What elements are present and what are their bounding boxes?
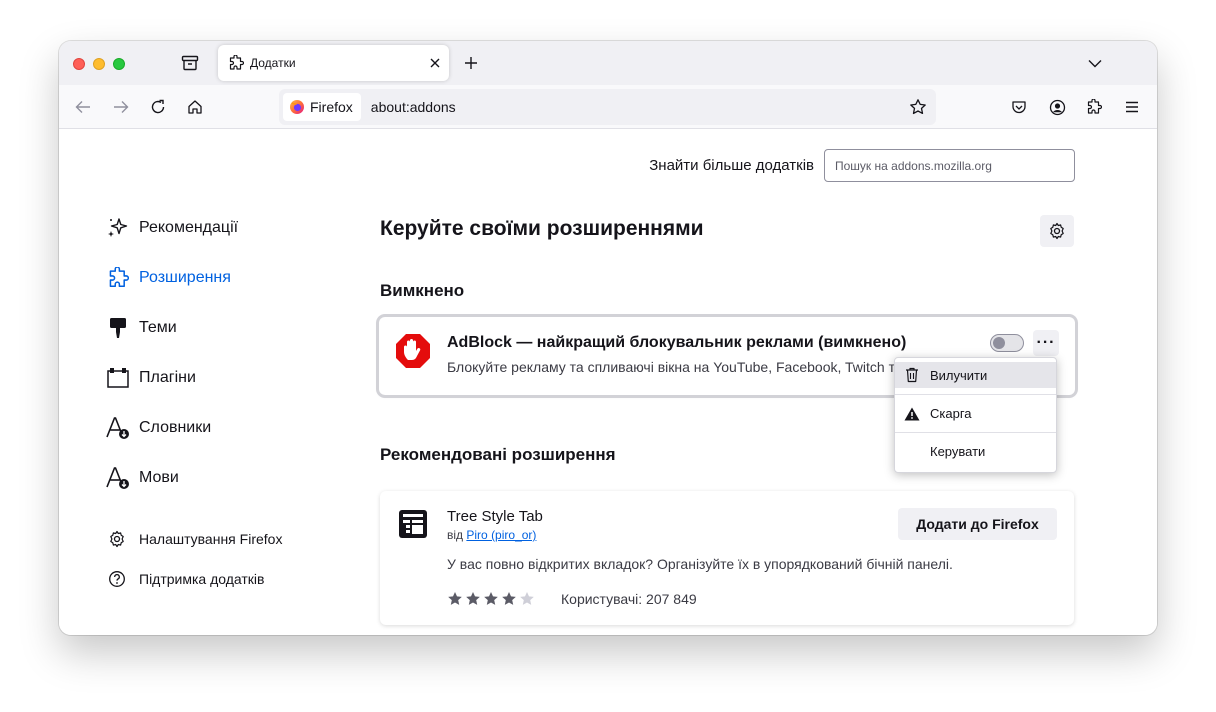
page-title: Керуйте своїми розширеннями	[380, 217, 704, 240]
puzzle-icon	[1087, 99, 1102, 114]
minimize-window-button[interactable]	[93, 58, 105, 70]
sidebar-item-label: Мови	[139, 469, 179, 486]
gear-icon	[1050, 222, 1064, 240]
bookmark-star-button[interactable]	[904, 93, 932, 121]
menu-item-report[interactable]: Скарга	[895, 394, 1056, 432]
pocket-button[interactable]	[1005, 93, 1033, 121]
sparkle-icon	[105, 215, 131, 241]
find-more-addons: Знайти більше додатків	[649, 149, 1075, 182]
menu-item-label: Керувати	[930, 444, 986, 459]
rating-stars	[447, 591, 535, 607]
recommended-addon-description: У вас повно відкритих вкладок? Організуй…	[447, 556, 953, 572]
list-all-tabs-button[interactable]	[1082, 50, 1108, 76]
identity-label: Firefox	[310, 99, 353, 115]
tools-menu-button[interactable]	[1040, 215, 1074, 247]
recommended-addon-users: Користувачі: 207 849	[561, 591, 697, 607]
account-icon	[1049, 99, 1065, 115]
app-menu-button[interactable]	[1118, 93, 1146, 121]
trash-icon	[904, 367, 920, 383]
addons-page: Знайти більше додатків Рекомендації Розш…	[59, 129, 1157, 635]
addon-name: AdBlock — найкращий блокувальник реклами…	[447, 334, 907, 351]
author-prefix: від	[447, 528, 464, 542]
forward-arrow-icon	[114, 101, 129, 113]
sidebar-item-label: Налаштування Firefox	[139, 531, 283, 547]
firefox-logo-icon	[290, 100, 304, 114]
home-icon	[188, 100, 202, 114]
star-icon	[910, 99, 926, 115]
reload-button[interactable]	[144, 93, 172, 121]
archive-icon	[181, 55, 199, 71]
url-text[interactable]: about:addons	[371, 99, 904, 115]
back-arrow-icon	[75, 101, 90, 113]
menu-item-label: Скарга	[930, 406, 972, 421]
sidebar-item-plugins[interactable]: Плагіни	[105, 363, 196, 393]
hamburger-menu-icon	[1126, 101, 1138, 113]
toggle-knob	[993, 337, 1005, 349]
back-button[interactable]	[69, 93, 97, 121]
plugin-icon	[105, 365, 131, 391]
sidebar-addons-support[interactable]: Підтримка додатків	[107, 569, 264, 589]
help-icon	[107, 569, 127, 589]
addon-enable-toggle[interactable]	[990, 334, 1024, 352]
menu-item-remove[interactable]: Вилучити	[895, 362, 1056, 388]
close-tab-icon[interactable]	[429, 57, 441, 69]
dictionary-icon	[105, 415, 131, 441]
reload-icon	[151, 99, 165, 114]
author-link[interactable]: Piro (piro_or)	[466, 528, 536, 542]
zoom-window-button[interactable]	[113, 58, 125, 70]
sidebar-item-label: Розширення	[139, 269, 231, 286]
chevron-down-icon	[1088, 59, 1102, 67]
identity-box[interactable]: Firefox	[283, 93, 361, 121]
paintbrush-icon	[105, 315, 131, 341]
navigation-toolbar: Firefox about:addons	[59, 85, 1157, 129]
recommended-addon-author: від Piro (piro_or)	[447, 528, 536, 542]
extensions-button[interactable]	[1080, 93, 1108, 121]
new-tab-button[interactable]	[458, 50, 484, 76]
add-to-firefox-button[interactable]: Додати до Firefox	[898, 508, 1057, 540]
sidebar-item-label: Словники	[139, 419, 212, 436]
account-button[interactable]	[1043, 93, 1071, 121]
addon-description: Блокуйте рекламу та спливаючі вікна на Y…	[447, 359, 897, 375]
gear-icon	[107, 529, 127, 549]
sidebar-item-extensions[interactable]: Розширення	[105, 263, 231, 293]
sidebar-item-themes[interactable]: Теми	[105, 313, 177, 343]
addons-search-input[interactable]	[824, 149, 1075, 182]
home-button[interactable]	[181, 93, 209, 121]
tree-style-tab-logo-icon	[399, 510, 427, 538]
addon-options-menu: Вилучити Скарга Керувати	[894, 357, 1057, 473]
tab-overview-button[interactable]	[177, 50, 203, 76]
adblock-logo-icon	[396, 334, 430, 368]
sidebar-item-recommendations[interactable]: Рекомендації	[105, 213, 238, 243]
addon-more-options-button[interactable]: ···	[1033, 330, 1059, 356]
sidebar-item-dictionaries[interactable]: Словники	[105, 413, 211, 443]
sidebar-item-label: Рекомендації	[139, 219, 239, 236]
url-bar[interactable]: Firefox about:addons	[279, 89, 936, 125]
puzzle-icon	[105, 265, 131, 291]
plus-icon	[465, 57, 477, 69]
recommended-addon-name: Tree Style Tab	[447, 508, 543, 525]
language-icon	[105, 465, 131, 491]
pocket-icon	[1012, 101, 1026, 114]
sidebar-item-label: Плагіни	[139, 369, 196, 386]
forward-button[interactable]	[107, 93, 135, 121]
close-window-button[interactable]	[73, 58, 85, 70]
recommended-addon-card[interactable]: Tree Style Tab від Piro (piro_or) У вас …	[380, 491, 1074, 625]
tab-addons[interactable]: Додатки	[218, 45, 449, 81]
menu-item-manage[interactable]: Керувати	[895, 432, 1056, 470]
warning-icon	[904, 406, 920, 422]
disabled-section-heading: Вимкнено	[380, 281, 465, 300]
sidebar-item-label: Теми	[139, 319, 177, 336]
recommended-section-heading: Рекомендовані розширення	[380, 445, 616, 464]
sidebar-item-label: Підтримка додатків	[139, 571, 265, 587]
tab-strip: Додатки	[59, 41, 1157, 85]
star-rating-icon	[448, 592, 534, 605]
browser-window: Додатки Firefox about:addons Знайти біль…	[59, 41, 1157, 635]
puzzle-icon	[229, 55, 244, 70]
sidebar-firefox-settings[interactable]: Налаштування Firefox	[107, 529, 282, 549]
find-more-label: Знайти більше додатків	[649, 157, 814, 174]
tab-title: Додатки	[250, 56, 296, 70]
menu-item-label: Вилучити	[930, 367, 988, 383]
sidebar-item-languages[interactable]: Мови	[105, 463, 179, 493]
